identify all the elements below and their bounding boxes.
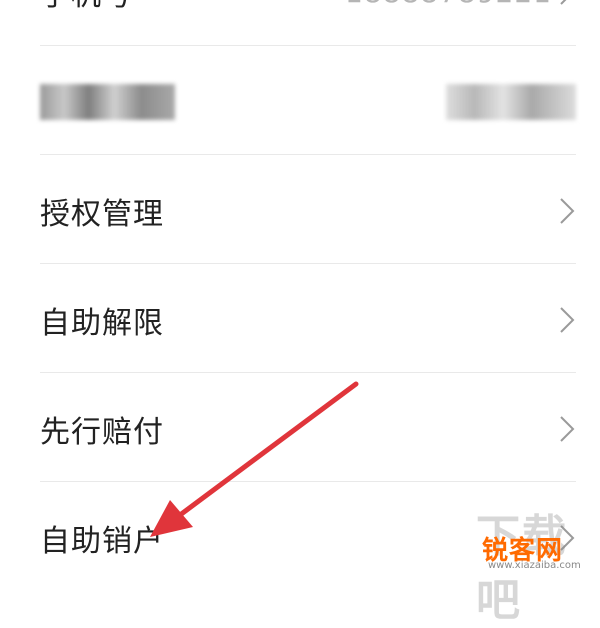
divider — [40, 481, 576, 482]
divider — [40, 154, 576, 155]
settings-item-self-unlimit[interactable]: 自助解限 — [40, 266, 576, 374]
advance-compensation-label: 先行赔付 — [40, 415, 164, 450]
phone-number-right: 18888789221 — [345, 0, 576, 9]
divider — [40, 263, 576, 264]
chevron-right-icon — [560, 416, 575, 442]
redacted-account-row[interactable] — [40, 48, 576, 156]
settings-item-authorization[interactable]: 授权管理 — [40, 157, 576, 265]
self-unlimit-label: 自助解限 — [40, 306, 164, 341]
redacted-account-value — [441, 84, 576, 120]
authorization-label: 授权管理 — [40, 197, 164, 232]
divider — [40, 372, 576, 373]
redacted-value-blur — [446, 84, 576, 120]
watermark-url: www.xiazaiba.com — [488, 560, 581, 571]
self-cancel-account-label: 自助销户 — [40, 524, 164, 559]
divider — [40, 45, 576, 46]
redacted-account-name — [40, 84, 180, 120]
phone-number-label: 手机号 — [40, 0, 133, 14]
redacted-name-blur — [40, 84, 175, 120]
phone-number-value: 18888789221 — [345, 0, 552, 9]
settings-item-advance-compensation[interactable]: 先行赔付 — [40, 375, 576, 483]
site-watermark: 下载吧 锐客网 www.xiazaiba.com — [476, 500, 596, 626]
settings-list: 手机号 18888789221 授权管理 自助解限 先行赔付 自助销户 — [0, 0, 600, 578]
chevron-right-icon — [560, 307, 575, 333]
phone-number-row[interactable]: 手机号 18888789221 — [40, 0, 576, 46]
chevron-right-icon — [560, 0, 567, 5]
chevron-right-icon — [560, 198, 575, 224]
